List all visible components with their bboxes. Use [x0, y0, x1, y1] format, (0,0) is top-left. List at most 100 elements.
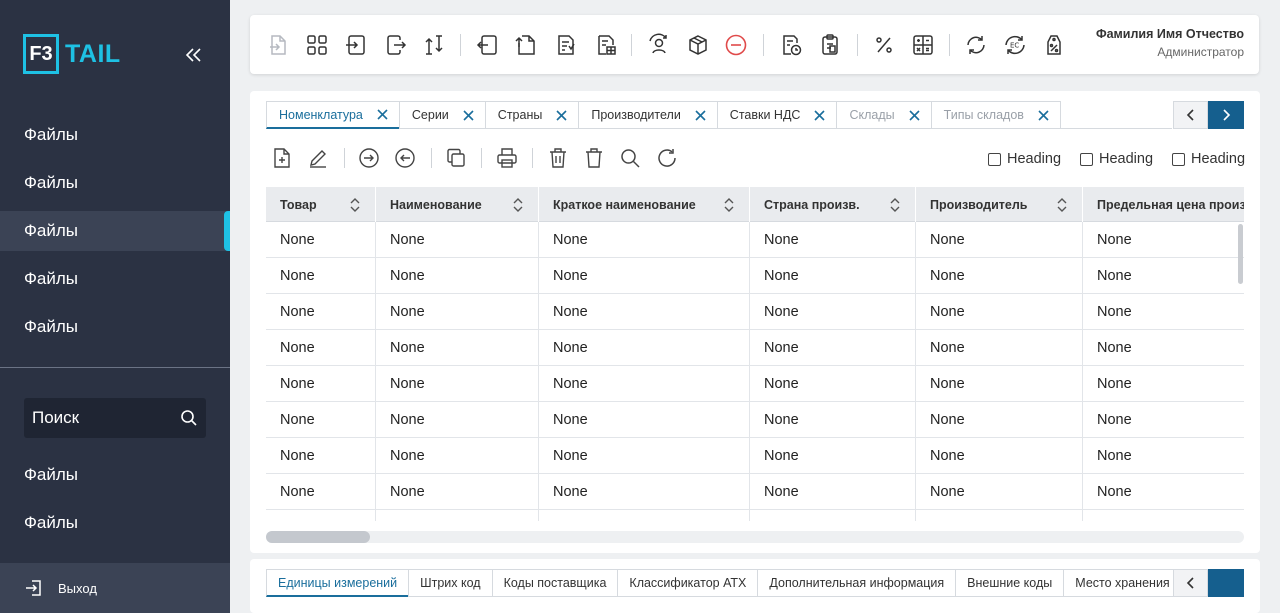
column-header-country[interactable]: Страна произв. — [750, 187, 916, 222]
table-cell: None — [750, 474, 916, 510]
heading-checkbox-3[interactable]: Heading — [1172, 151, 1245, 167]
delete-icon[interactable] — [583, 147, 605, 169]
tab-units[interactable]: Единицы измерений — [266, 569, 409, 597]
exit-document-icon[interactable] — [384, 33, 408, 57]
tab-vat-rates[interactable]: Ставки НДС — [716, 101, 837, 129]
tab-external-codes[interactable]: Внешние коды — [955, 569, 1064, 597]
close-icon[interactable] — [1037, 109, 1050, 122]
tab-barcode[interactable]: Штрих код — [408, 569, 492, 597]
close-icon[interactable] — [813, 109, 826, 122]
ecp-sync-icon[interactable]: ЕС — [1003, 33, 1027, 57]
sort-icon[interactable] — [1056, 197, 1068, 213]
horizontal-scrollbar-track[interactable] — [266, 531, 1244, 543]
table-row[interactable]: NoneNoneNoneNoneNoneNone — [266, 510, 1244, 521]
heading-checkbox-2[interactable]: Heading — [1080, 151, 1153, 167]
sort-icon[interactable] — [512, 197, 524, 213]
logo[interactable]: F3 TAIL — [23, 34, 121, 74]
close-icon[interactable] — [462, 109, 475, 122]
tab-manufacturers[interactable]: Производители — [578, 101, 717, 129]
refresh-icon[interactable] — [656, 147, 678, 169]
details-tabs-scroll-right-button[interactable] — [1208, 569, 1244, 597]
user-info[interactable]: Фамилия Имя Отчество Администратор — [1096, 27, 1244, 59]
edit-icon[interactable] — [307, 147, 329, 169]
tabs-scroll-right-button[interactable] — [1208, 101, 1244, 129]
table-cell: None — [916, 438, 1083, 474]
search-icon[interactable] — [619, 147, 641, 169]
heading-checkbox-1[interactable]: Heading — [988, 151, 1061, 167]
close-icon[interactable] — [555, 109, 568, 122]
delete-marked-icon[interactable] — [547, 147, 569, 169]
tab-storage-place[interactable]: Место хранения — [1063, 569, 1181, 597]
table-row[interactable]: NoneNoneNoneNoneNoneNone — [266, 222, 1244, 258]
column-header-short-name[interactable]: Краткое наименование — [539, 187, 750, 222]
column-header-name[interactable]: Наименование — [376, 187, 539, 222]
logout-button[interactable]: Выход — [0, 563, 230, 613]
grid-view-icon[interactable] — [305, 33, 329, 57]
table-row[interactable]: NoneNoneNoneNoneNoneNone — [266, 474, 1244, 510]
collapse-sidebar-icon[interactable] — [184, 44, 204, 66]
document-table-icon[interactable] — [594, 33, 618, 57]
details-tabs-scroll-left-button[interactable] — [1173, 569, 1208, 597]
table-row[interactable]: NoneNoneNoneNoneNoneNone — [266, 402, 1244, 438]
sync-icon[interactable] — [964, 33, 988, 57]
checkbox-box[interactable] — [1172, 152, 1185, 166]
percent-icon[interactable] — [872, 33, 896, 57]
refresh-document-icon[interactable] — [514, 33, 538, 57]
tab-additional-info[interactable]: Дополнительная информация — [757, 569, 956, 597]
document-list-icon[interactable] — [554, 33, 578, 57]
checkbox-box[interactable] — [988, 152, 1001, 166]
sidebar-item-files-7[interactable]: Файлы — [0, 503, 230, 543]
table-row[interactable]: NoneNoneNoneNoneNoneNone — [266, 366, 1244, 402]
table-cell: None — [376, 258, 539, 294]
close-icon[interactable] — [376, 108, 389, 121]
arrow-left-circle-icon[interactable] — [394, 147, 416, 169]
sidebar-item-files-1[interactable]: Файлы — [0, 115, 230, 155]
arrow-right-circle-icon[interactable] — [358, 147, 380, 169]
table-row[interactable]: NoneNoneNoneNoneNoneNone — [266, 330, 1244, 366]
tabs-scroll-left-button[interactable] — [1173, 101, 1208, 129]
add-document-icon[interactable] — [271, 147, 293, 169]
document-time-icon[interactable] — [779, 33, 803, 57]
sidebar-item-files-4[interactable]: Файлы — [0, 259, 230, 299]
tab-warehouse-types[interactable]: Типы складов — [930, 101, 1061, 129]
sidebar-item-files-6[interactable]: Файлы — [0, 455, 230, 495]
copy-icon[interactable] — [445, 147, 467, 169]
tab-supplier-codes[interactable]: Коды поставщика — [491, 569, 618, 597]
tab-atc-classifier[interactable]: Классификатор АТХ — [617, 569, 758, 597]
column-header-manufacturer[interactable]: Производитель — [916, 187, 1083, 222]
sort-icon[interactable] — [723, 197, 735, 213]
sidebar-search-input[interactable]: Поиск — [24, 398, 206, 438]
print-icon[interactable] — [496, 147, 518, 169]
close-icon[interactable] — [908, 109, 921, 122]
user-sync-icon[interactable] — [647, 33, 671, 57]
table-row[interactable]: NoneNoneNoneNoneNoneNone — [266, 258, 1244, 294]
tab-countries[interactable]: Страны — [484, 101, 579, 129]
sidebar-item-files-2[interactable]: Файлы — [0, 163, 230, 203]
tab-nomenclature[interactable]: Номенклатура — [266, 101, 399, 129]
vertical-scrollbar[interactable] — [1238, 224, 1243, 284]
sidebar-item-files-3[interactable]: Файлы — [0, 211, 230, 251]
search-icon[interactable] — [180, 409, 198, 427]
block-icon[interactable] — [724, 33, 748, 57]
enter-document-icon[interactable] — [344, 33, 368, 57]
horizontal-scrollbar-thumb[interactable] — [266, 531, 370, 543]
sort-icon[interactable] — [349, 197, 361, 213]
price-tag-percent-icon[interactable] — [1042, 33, 1066, 57]
sidebar-item-files-5[interactable]: Файлы — [0, 307, 230, 347]
column-header-max-price[interactable]: Предельная цена производителя — [1083, 187, 1244, 222]
close-icon[interactable] — [694, 109, 707, 122]
package-icon[interactable] — [686, 33, 710, 57]
column-header-product[interactable]: Товар — [266, 187, 376, 222]
table-cell: None — [1083, 510, 1244, 521]
sort-icon[interactable] — [889, 197, 901, 213]
import-file-icon[interactable] — [266, 33, 290, 57]
calculator-icon[interactable] — [911, 33, 935, 57]
transfer-icon[interactable] — [422, 33, 446, 57]
tab-warehouses[interactable]: Склады — [836, 101, 931, 129]
return-document-icon[interactable] — [476, 33, 500, 57]
clipboard-icon[interactable] — [818, 33, 842, 57]
table-row[interactable]: NoneNoneNoneNoneNoneNone — [266, 294, 1244, 330]
table-row[interactable]: NoneNoneNoneNoneNoneNone — [266, 438, 1244, 474]
checkbox-box[interactable] — [1080, 152, 1093, 166]
tab-series[interactable]: Серии — [398, 101, 485, 129]
